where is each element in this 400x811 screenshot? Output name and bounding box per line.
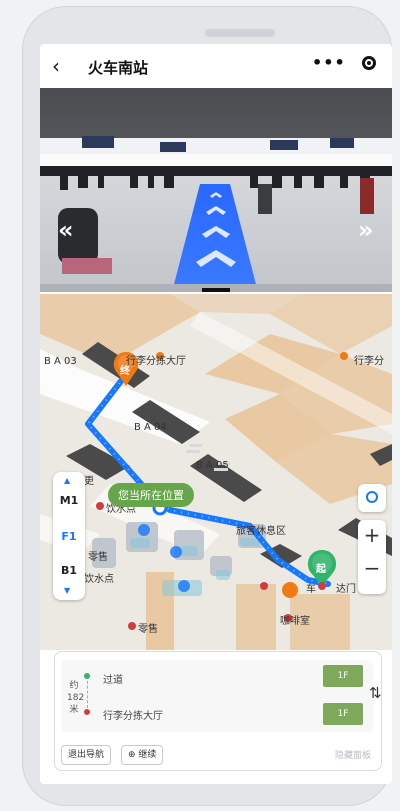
floor-up-icon[interactable]: ▲ — [64, 476, 70, 485]
photo-illustration — [40, 88, 392, 292]
locate-icon — [366, 491, 378, 503]
route-from: 过道 — [103, 675, 123, 686]
page-title: 火车南站 — [88, 59, 149, 77]
map-label-crosswalk: 更 — [84, 476, 94, 487]
screen: ‹ 火车南站 ••• « » B A 03 行李分拣大厅 行李分 B A 04 … — [40, 44, 392, 784]
map-label-rest-area: 旅客休息区 — [236, 526, 286, 537]
map-label-boarding: 达门 — [336, 584, 356, 595]
from-floor-badge: 1F — [323, 665, 363, 687]
zoom-out-button[interactable]: − — [358, 556, 386, 580]
current-location-tip: 您当所在位置 — [108, 483, 194, 507]
floor-down-icon[interactable]: ▼ — [64, 586, 70, 595]
map-label-ticket: 零售 — [88, 552, 108, 563]
more-button[interactable]: ••• — [312, 53, 346, 72]
map-label-baggage-hall: 行李分拣大厅 — [126, 356, 186, 367]
floor-b1[interactable]: B1 — [53, 564, 85, 577]
back-button[interactable]: ‹ — [52, 54, 60, 78]
floor-m1[interactable]: M1 — [53, 494, 85, 507]
route-distance: 约 182 米 — [67, 681, 85, 715]
continue-button[interactable]: ⊕ 继续 — [121, 745, 164, 765]
to-floor-badge: 1F — [323, 703, 363, 725]
route-panel: 约 182 米 过道 行李分拣大厅 1F 1F ⇅ 退出导航 ⊕ 继续 隐藏面板 — [54, 651, 382, 771]
start-dot — [84, 673, 90, 679]
route-line — [87, 676, 90, 708]
zoom-in-button[interactable]: + — [358, 523, 386, 547]
floor-selector: ▲ M1 F1 B1 ▼ — [53, 472, 85, 600]
map-label-c: B A 05 — [196, 460, 229, 471]
end-dot — [84, 709, 90, 715]
zoom-control: + − — [358, 520, 386, 594]
phone-speaker — [205, 29, 275, 37]
hide-panel-button[interactable]: 隐藏面板 — [335, 748, 371, 761]
indoor-map[interactable]: B A 03 行李分拣大厅 行李分 B A 04 B A 05 更 饮水点 旅客… — [40, 294, 392, 650]
destination-marker: 终 — [120, 366, 130, 377]
swap-route-button[interactable]: ⇅ — [369, 684, 382, 702]
route-to: 行李分拣大厅 — [103, 711, 163, 722]
route-summary: 约 182 米 过道 行李分拣大厅 1F 1F ⇅ — [61, 660, 382, 732]
start-marker: 起 — [316, 564, 326, 575]
map-label-a: B A 03 — [44, 356, 77, 367]
map-label-cafe: 咖啡室 — [280, 616, 310, 627]
floor-f1[interactable]: F1 — [53, 530, 85, 543]
map-label-b: B A 04 — [134, 422, 167, 433]
map-label-water-2: 饮水点 — [84, 574, 114, 585]
next-photo-button[interactable]: » — [358, 216, 374, 244]
station-photo: « » — [40, 88, 392, 292]
previous-photo-button[interactable]: « — [58, 216, 74, 244]
map-label-baggage-right: 行李分 — [354, 356, 384, 367]
locate-button[interactable] — [358, 484, 386, 512]
exit-navigation-button[interactable]: 退出导航 — [61, 745, 112, 765]
target-icon[interactable] — [362, 56, 376, 70]
map-label-ticket-2: 零售 — [138, 624, 158, 635]
map-label-exit: 车 — [306, 584, 316, 595]
header: ‹ 火车南站 ••• — [40, 44, 392, 88]
